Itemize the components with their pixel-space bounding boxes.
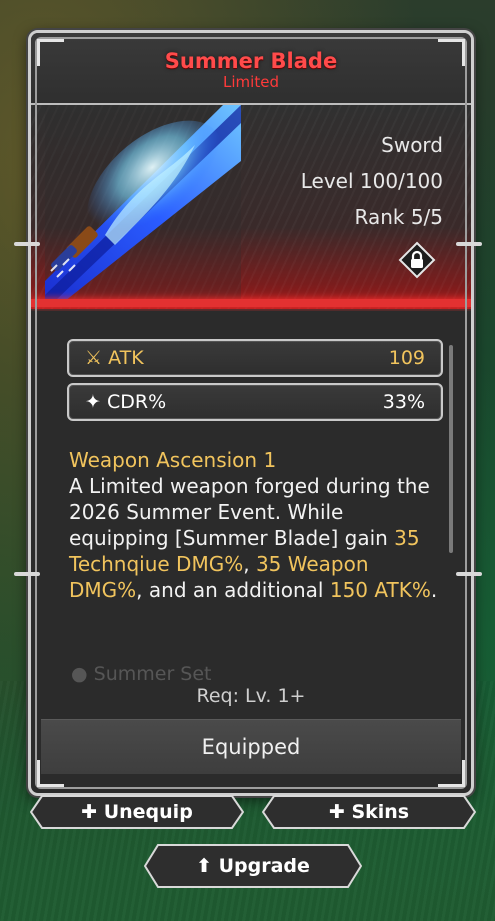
frame-pip <box>456 572 482 576</box>
description-text: . <box>430 578 438 602</box>
item-header: Summer Blade Limited <box>31 33 471 105</box>
frame-pip <box>14 572 40 576</box>
unequip-label: Unequip <box>103 801 193 823</box>
item-detail-card: Summer Blade Limited Sword Level 100/100… <box>28 30 474 796</box>
ascension-heading: Weapon Ascension 1 <box>69 448 277 472</box>
description-text: A Limited weapon forged during the 2026 … <box>69 474 430 550</box>
upgrade-button[interactable]: ⬆ Upgrade <box>144 844 362 888</box>
stat-row-atk: ⚔ ATK 109 <box>67 339 443 377</box>
bonus-atk: 150 ATK% <box>329 578 431 602</box>
scrollbar[interactable] <box>449 345 453 553</box>
set-name: Summer Set <box>93 663 212 685</box>
stat-label: CDR% <box>106 391 167 413</box>
stat-value: 33% <box>382 391 425 413</box>
stat-label: ATK <box>108 347 144 369</box>
set-preview: ● Summer Set <box>71 663 212 685</box>
frame-corner <box>438 39 465 66</box>
item-rank: Rank 5/5 <box>354 205 443 229</box>
lock-icon[interactable] <box>398 241 436 279</box>
unequip-button[interactable]: ✚ Unequip <box>30 795 244 829</box>
arrow-up-icon: ⬆ <box>196 855 212 877</box>
crossed-swords-icon: ⚔ <box>85 347 103 369</box>
skins-label: Skins <box>351 801 410 823</box>
item-type: Sword <box>381 133 443 157</box>
frame-pip <box>14 242 40 246</box>
item-details: ⚔ ATK 109 ✦ CDR% 33% Weapon Ascension 1 … <box>31 311 471 721</box>
item-description: Weapon Ascension 1 A Limited weapon forg… <box>69 447 439 603</box>
equipped-status-button[interactable]: Equipped <box>41 719 461 774</box>
item-level: Level 100/100 <box>300 169 443 193</box>
stat-row-cdr: ✦ CDR% 33% <box>67 383 443 421</box>
plus-icon: ✚ <box>81 801 98 823</box>
description-text: , <box>243 552 256 576</box>
rarity-stripe <box>31 299 471 307</box>
frame-corner <box>37 760 64 787</box>
description-text: , and an additional <box>136 578 330 602</box>
stat-value: 109 <box>388 347 425 369</box>
item-rarity: Limited <box>223 73 279 91</box>
plus-icon: ✚ <box>328 801 345 823</box>
frame-corner <box>438 760 465 787</box>
set-icon: ● <box>71 663 88 685</box>
level-requirement: Req: Lv. 1+ <box>196 685 306 707</box>
item-name: Summer Blade <box>164 49 338 73</box>
skins-button[interactable]: ✚ Skins <box>262 795 476 829</box>
sword-image <box>45 105 241 301</box>
frame-corner <box>37 39 64 66</box>
upgrade-label: Upgrade <box>218 855 310 877</box>
frame-pip <box>456 242 482 246</box>
sparkle-icon: ✦ <box>85 391 101 413</box>
